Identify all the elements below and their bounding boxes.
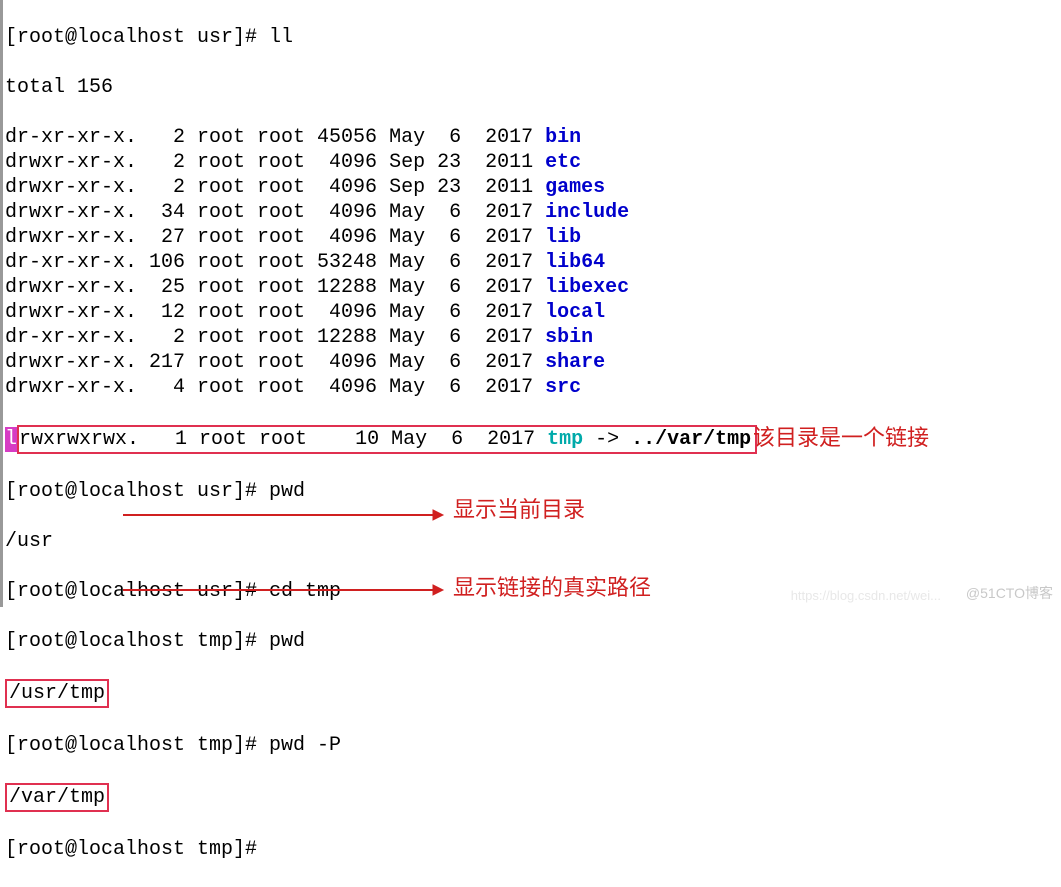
cmd-pwd2: [root@localhost tmp]# pwd xyxy=(5,629,1061,654)
highlight-link-row: rwxrwxrwx. 1 root root 10 May 6 2017 tmp… xyxy=(17,425,757,454)
arrow-cwd xyxy=(123,505,443,525)
ls-row: dr-xr-xr-x. 2 root root 45056 May 6 2017… xyxy=(5,125,1061,150)
dir-name: etc xyxy=(545,151,581,174)
pwd1-output: /usr xyxy=(5,529,1061,554)
total-line: total 156 xyxy=(5,75,1061,100)
ls-row: dr-xr-xr-x. 106 root root 53248 May 6 20… xyxy=(5,250,1061,275)
annotation-link-dir: 该目录是一个链接 xyxy=(753,420,929,452)
arrow-realpath xyxy=(123,580,443,600)
highlight-var-tmp: /var/tmp xyxy=(5,783,109,812)
cmd-ll: [root@localhost usr]# ll xyxy=(5,25,1061,50)
annotation-real-path: 显示链接的真实路径 xyxy=(453,570,651,602)
ls-row: drwxr-xr-x. 217 root root 4096 May 6 201… xyxy=(5,350,1061,375)
dir-name: libexec xyxy=(545,276,629,299)
pwd3-output: /var/tmp xyxy=(5,783,1061,812)
dir-name: lib xyxy=(545,226,581,249)
watermark-51cto: @51CTO博客 xyxy=(966,583,1053,603)
dir-name: local xyxy=(545,301,605,324)
link-name: tmp xyxy=(547,428,583,451)
ls-row: drwxr-xr-x. 25 root root 12288 May 6 201… xyxy=(5,275,1061,300)
cmd-pwd-p: [root@localhost tmp]# pwd -P xyxy=(5,733,1061,758)
ls-row: drwxr-xr-x. 34 root root 4096 May 6 2017… xyxy=(5,200,1061,225)
link-arrow: -> xyxy=(583,428,631,451)
link-row-details: rwxrwxrwx. 1 root root 10 May 6 2017 xyxy=(19,428,547,451)
dir-name: share xyxy=(545,351,605,374)
dir-name: bin xyxy=(545,126,581,149)
highlight-usr-tmp: /usr/tmp xyxy=(5,679,109,708)
ls-row: drwxr-xr-x. 12 root root 4096 May 6 2017… xyxy=(5,300,1061,325)
dir-name: include xyxy=(545,201,629,224)
watermark-csdn: https://blog.csdn.net/wei... xyxy=(791,588,941,603)
dir-name: games xyxy=(545,176,605,199)
dir-name: sbin xyxy=(545,326,593,349)
ls-row: drwxr-xr-x. 4 root root 4096 May 6 2017 … xyxy=(5,375,1061,400)
link-type-char: l xyxy=(5,427,17,452)
ls-row: drwxr-xr-x. 2 root root 4096 Sep 23 2011… xyxy=(5,175,1061,200)
pwd2-output: /usr/tmp xyxy=(5,679,1061,708)
link-target: ../var/tmp xyxy=(631,428,751,451)
ls-row: drwxr-xr-x. 27 root root 4096 May 6 2017… xyxy=(5,225,1061,250)
annotation-show-cwd: 显示当前目录 xyxy=(453,492,585,524)
prompt-empty: [root@localhost tmp]# xyxy=(5,837,1061,862)
dir-name: lib64 xyxy=(545,251,605,274)
ls-row: dr-xr-xr-x. 2 root root 12288 May 6 2017… xyxy=(5,325,1061,350)
dir-name: src xyxy=(545,376,581,399)
ls-row: drwxr-xr-x. 2 root root 4096 Sep 23 2011… xyxy=(5,150,1061,175)
